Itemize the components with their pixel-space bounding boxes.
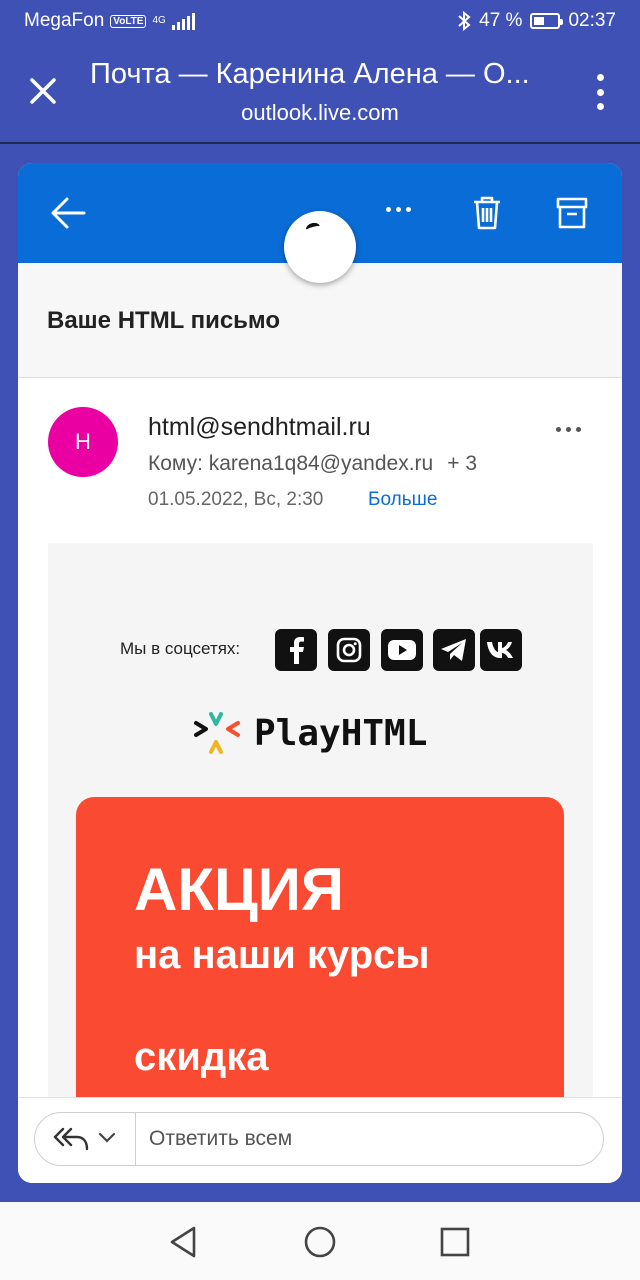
back-arrow-icon[interactable] bbox=[50, 196, 86, 230]
overflow-menu-icon[interactable] bbox=[596, 74, 604, 110]
battery-icon bbox=[530, 13, 564, 29]
clock: 02:37 bbox=[568, 10, 616, 31]
social-row: Мы в соцсетях: bbox=[48, 629, 593, 671]
reply-all-icon[interactable] bbox=[53, 1126, 89, 1152]
nav-home-icon[interactable] bbox=[300, 1222, 340, 1262]
mail-card: Ваше HTML письмо H html@sendhtmail.ru Ко… bbox=[18, 163, 622, 1183]
email-body: Мы в соцсетях: PlayHTML АКЦИЯ на наши ку… bbox=[48, 543, 593, 1103]
carrier-name: MegaFon bbox=[24, 10, 105, 31]
mail-date: 01.05.2022, Вс, 2:30 bbox=[148, 489, 324, 510]
reply-options[interactable] bbox=[35, 1113, 136, 1165]
promo-subtitle: на наши курсы bbox=[134, 933, 430, 977]
extra-recipients-count[interactable]: + 3 bbox=[447, 452, 477, 475]
system-nav-bar bbox=[0, 1202, 640, 1280]
message-more-icon[interactable] bbox=[556, 427, 581, 432]
page-url[interactable]: outlook.live.com bbox=[0, 100, 640, 126]
browser-toolbar: Почта — Каренина Алена — О... outlook.li… bbox=[0, 44, 640, 142]
more-details-link[interactable]: Больше bbox=[368, 489, 437, 511]
loading-spinner bbox=[284, 211, 356, 283]
sender-address[interactable]: html@sendhtmail.ru bbox=[148, 413, 371, 442]
reply-bar: Ответить всем bbox=[18, 1097, 622, 1183]
trash-icon[interactable] bbox=[472, 195, 502, 231]
network-type: 4G bbox=[152, 15, 166, 26]
telegram-icon[interactable] bbox=[433, 629, 475, 671]
reply-all-field[interactable]: Ответить всем bbox=[34, 1112, 604, 1166]
archive-icon[interactable] bbox=[555, 195, 589, 231]
toolbar-divider bbox=[0, 142, 640, 144]
signal-icon bbox=[171, 12, 195, 30]
playhtml-logo-icon bbox=[194, 712, 240, 754]
promo-discount: скидка bbox=[134, 1035, 269, 1079]
promo-title: АКЦИЯ bbox=[134, 856, 345, 923]
vk-icon[interactable] bbox=[480, 629, 522, 671]
page-title: Почта — Каренина Алена — О... bbox=[90, 58, 530, 90]
more-actions-icon[interactable] bbox=[386, 207, 411, 212]
nav-recents-icon[interactable] bbox=[435, 1222, 475, 1262]
social-label: Мы в соцсетях: bbox=[120, 639, 241, 658]
facebook-icon[interactable] bbox=[275, 629, 317, 671]
promo-banner[interactable]: АКЦИЯ на наши курсы скидка bbox=[76, 797, 564, 1103]
nav-back-icon[interactable] bbox=[164, 1222, 204, 1262]
sender-avatar[interactable]: H bbox=[48, 407, 118, 477]
youtube-icon[interactable] bbox=[381, 629, 423, 671]
mail-subject: Ваше HTML письмо bbox=[47, 307, 281, 334]
logo-text: PlayHTML bbox=[254, 712, 428, 754]
status-bar: MegaFon VoLTE 4G 47 % 02:37 bbox=[0, 0, 640, 44]
brand-logo[interactable]: PlayHTML bbox=[194, 711, 427, 755]
recipients-line: Кому: karena1q84@yandex.ru + 3 bbox=[148, 452, 477, 476]
bluetooth-icon bbox=[458, 11, 471, 31]
instagram-icon[interactable] bbox=[328, 629, 370, 671]
reply-placeholder[interactable]: Ответить всем bbox=[149, 1127, 292, 1151]
chevron-down-icon[interactable] bbox=[97, 1130, 117, 1146]
recipient-address: Кому: karena1q84@yandex.ru bbox=[148, 452, 434, 475]
volte-badge: VoLTE bbox=[110, 14, 147, 28]
battery-percent: 47 % bbox=[479, 10, 523, 31]
